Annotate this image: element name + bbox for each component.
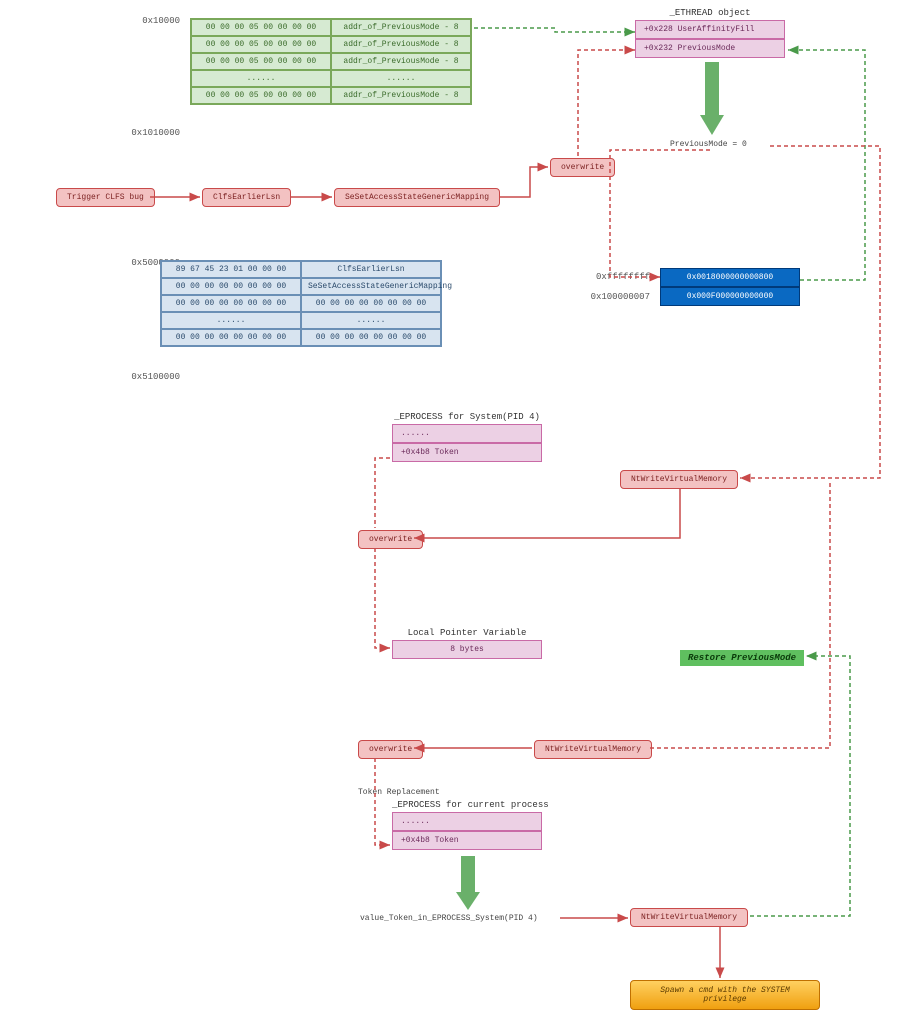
addr-0x1010000: 0x1010000 [110, 128, 180, 138]
cell: ClfsEarlierLsn [301, 261, 441, 278]
cell: addr_of_PreviousMode - 8 [331, 53, 471, 70]
cell: ...... [161, 312, 301, 329]
cell: addr_of_PreviousMode - 8 [331, 19, 471, 36]
cell: 00 00 00 05 00 00 00 00 [191, 87, 331, 104]
struct-title: _EPROCESS for System(PID 4) [392, 412, 542, 422]
data-block-blue: 0x0018000000000800 0x000F000000000000 [660, 268, 800, 306]
ntwritevm-1: NtWriteVirtualMemory [620, 470, 738, 489]
overwrite-2: overwrite [358, 530, 423, 549]
cell: 00 00 00 05 00 00 00 00 [191, 36, 331, 53]
struct-row: ...... [392, 812, 542, 831]
struct-row: +0x232 PreviousMode [635, 39, 785, 58]
overwrite-3: overwrite [358, 740, 423, 759]
cell: addr_of_PreviousMode - 8 [331, 87, 471, 104]
struct-title: _ETHREAD object [635, 8, 785, 18]
cell: 00 00 00 05 00 00 00 00 [191, 53, 331, 70]
cell: 00 00 00 00 00 00 00 00 [161, 295, 301, 312]
cell: 00 00 00 00 00 00 00 00 [161, 278, 301, 295]
cell: 00 00 00 00 00 00 00 00 [301, 329, 441, 346]
cell: 89 67 45 23 01 00 00 00 [161, 261, 301, 278]
seset-access-state: SeSetAccessStateGenericMapping [334, 188, 500, 207]
addr-0xffffffff: 0xffffffff [590, 272, 650, 282]
local-pointer-var: Local Pointer Variable 8 bytes [392, 628, 542, 659]
mem-region-green: 00 00 00 05 00 00 00 00addr_of_PreviousM… [190, 18, 472, 105]
cell: ...... [331, 70, 471, 87]
spawn-cmd-system: Spawn a cmd with the SYSTEM privilege [630, 980, 820, 1010]
data-row: 0x000F000000000000 [660, 287, 800, 306]
prevmode-zero-label: PreviousMode = 0 [670, 140, 747, 149]
addr-0x100000007: 0x100000007 [580, 292, 650, 302]
struct-title: Local Pointer Variable [392, 628, 542, 638]
value-token-label: value_Token_in_EPROCESS_System(PID 4) [360, 914, 538, 923]
ethread-struct: _ETHREAD object +0x228 UserAffinityFill … [635, 8, 785, 58]
cell: ...... [191, 70, 331, 87]
clfs-earlier-lsn: ClfsEarlierLsn [202, 188, 291, 207]
cell: ...... [301, 312, 441, 329]
ntwritevm-3: NtWriteVirtualMemory [630, 908, 748, 927]
struct-row: +0x4b8 Token [392, 831, 542, 850]
cell: 00 00 00 05 00 00 00 00 [191, 19, 331, 36]
addr-0x5100000: 0x5100000 [110, 372, 180, 382]
struct-row: +0x4b8 Token [392, 443, 542, 462]
struct-row: +0x228 UserAffinityFill [635, 20, 785, 39]
restore-previousmode: Restore PreviousMode [680, 650, 804, 666]
cell: 00 00 00 00 00 00 00 00 [161, 329, 301, 346]
eprocess-system: _EPROCESS for System(PID 4) ...... +0x4b… [392, 412, 542, 462]
cell: SeSetAccessStateGenericMapping [301, 278, 441, 295]
eprocess-current: _EPROCESS for current process ...... +0x… [392, 800, 549, 850]
trigger-clfs-bug: Trigger CLFS bug [56, 188, 155, 207]
cell: 00 00 00 00 00 00 00 00 [301, 295, 441, 312]
overwrite-1: overwrite [550, 158, 615, 177]
ntwritevm-2: NtWriteVirtualMemory [534, 740, 652, 759]
addr-0x10000: 0x10000 [120, 16, 180, 26]
struct-row: 8 bytes [392, 640, 542, 659]
token-replacement-label: Token Replacement [358, 788, 440, 797]
struct-title: _EPROCESS for current process [392, 800, 549, 810]
data-row: 0x0018000000000800 [660, 268, 800, 287]
cell: addr_of_PreviousMode - 8 [331, 36, 471, 53]
struct-row: ...... [392, 424, 542, 443]
arrows-overlay [0, 0, 913, 1024]
mem-region-lblue: 89 67 45 23 01 00 00 00ClfsEarlierLsn 00… [160, 260, 442, 347]
